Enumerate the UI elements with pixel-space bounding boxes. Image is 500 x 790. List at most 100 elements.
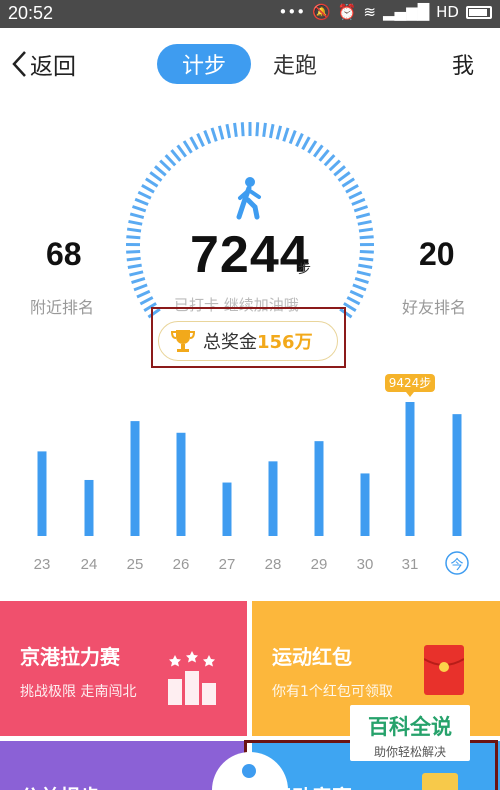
red-envelope-icon (424, 645, 464, 695)
gauge-tick (268, 123, 275, 139)
chart-bar[interactable] (405, 402, 415, 536)
chart-x-tick: 30 (357, 556, 374, 573)
me-button[interactable]: 我 (452, 48, 474, 80)
daily-steps-chart: 23 24 25 26 27 28 29 30 31 今 9424步 (34, 374, 469, 575)
gauge-tick (355, 212, 371, 219)
gauge-tick (352, 283, 367, 292)
wifi-icon: ≋ (363, 3, 376, 21)
chart-x-tick: 29 (311, 556, 328, 573)
battery-icon (466, 5, 492, 19)
gauge-tick (196, 132, 205, 147)
chart-x-tick: 31 (402, 556, 419, 573)
status-bar: 20:52 ••• 🔕 ⏰ ≋ ▂▄▆█ HD (0, 0, 500, 28)
gauge-tick (240, 122, 245, 137)
back-label: 返回 (30, 54, 76, 80)
chart-x-tick: 今 (450, 557, 463, 572)
friend-rank-value[interactable]: 20 (419, 236, 455, 273)
gauge-tick (349, 289, 364, 299)
gauge-tick (129, 212, 145, 219)
rally-card-subtitle: 挑战极限 走南闯北 (20, 684, 137, 700)
status-icons: ••• 🔕 ⏰ ≋ ▂▄▆█ HD (278, 3, 492, 21)
chart-x-tick: 27 (219, 556, 236, 573)
chart-bar[interactable] (222, 482, 232, 536)
gauge-tick (126, 256, 141, 262)
alarm-icon: ⏰ (337, 3, 357, 21)
gauge-tick (341, 177, 355, 188)
gauge-tick (154, 165, 167, 177)
gauge-tick (353, 205, 369, 213)
gauge-tick (288, 130, 297, 145)
watermark: 百科全说 助你轻松解决 (350, 705, 470, 761)
gauge-tick (262, 122, 267, 138)
gauge-tick (149, 171, 163, 182)
charity-card-title: 公益捐步 (20, 781, 100, 790)
chart-bar[interactable] (360, 473, 370, 536)
chart-x-tick: 24 (81, 556, 98, 573)
chart-bar[interactable] (176, 432, 186, 536)
gauge-tick (295, 132, 304, 147)
gauge-tick (164, 154, 177, 167)
friend-rank-label: 好友排名 (402, 298, 467, 317)
gauge-tick (346, 296, 361, 306)
gauge-tick (137, 190, 152, 200)
chart-bar[interactable] (452, 414, 462, 536)
chart-bar[interactable] (268, 461, 278, 536)
gauge-tick (333, 165, 346, 177)
gauge-tick (126, 227, 142, 233)
gauge-tick (217, 125, 225, 140)
gauge-tick (182, 140, 193, 154)
tab-bar: 计步 走跑 (157, 44, 317, 84)
status-time: 20:52 (8, 3, 54, 23)
chart-bar[interactable] (37, 451, 47, 536)
gauge-tick (170, 149, 182, 162)
gauge-tick (131, 276, 146, 284)
gauge-tick (126, 249, 141, 254)
header: 返回 计步 走跑 我 (0, 28, 500, 100)
rally-card-title: 京港拉力赛 (20, 645, 120, 669)
gauge-tick (275, 125, 283, 140)
watermark-title: 百科全说 (368, 715, 452, 739)
gauge-tick (359, 235, 374, 240)
gauge-tick (127, 263, 142, 270)
step-unit: 步 (298, 262, 312, 277)
gauge-tick (348, 190, 363, 200)
gauge-tick (189, 136, 199, 151)
step-count: 7244 (190, 226, 310, 284)
rally-card[interactable]: 京港拉力赛 挑战极限 走南闯北 (0, 601, 247, 736)
gauge-tick (357, 219, 372, 226)
back-button[interactable]: 返回 (10, 46, 76, 82)
chart-x-tick: 23 (34, 556, 51, 573)
gauge-tick (359, 256, 374, 262)
chart-bar[interactable] (130, 421, 140, 536)
annotation-frame (151, 307, 346, 368)
watermark-subtitle: 助你轻松解决 (373, 745, 446, 759)
nearby-rank-label: 附近排名 (30, 298, 95, 317)
tab-run[interactable]: 走跑 (273, 48, 317, 80)
red-packet-card-subtitle: 你有1个红包可领取 (272, 684, 393, 700)
gauge-tick (136, 289, 151, 299)
gauge-tick (129, 270, 144, 277)
chart-x-tick: 28 (265, 556, 282, 573)
highlight-badge-pointer (406, 392, 414, 397)
more-icon: ••• (278, 3, 306, 21)
gauge-tick (351, 197, 366, 206)
tab-steps[interactable]: 计步 (157, 44, 251, 84)
nearby-rank-value[interactable]: 68 (46, 236, 82, 273)
chart-bar[interactable] (84, 479, 94, 536)
gauge-tick (359, 249, 374, 254)
gauge-tick (312, 144, 324, 158)
chart-x-tick: 25 (127, 556, 144, 573)
chart-bar[interactable] (314, 441, 324, 536)
chart-x-tick: 26 (173, 556, 190, 573)
gauge-tick (141, 184, 155, 194)
gauge-tick (159, 159, 172, 172)
gauge-tick (328, 159, 341, 172)
gauge-tick (139, 296, 154, 306)
charity-card[interactable]: 公益捐步 (0, 741, 247, 790)
chevron-left-icon (12, 51, 26, 77)
gauge-tick (358, 263, 373, 270)
gauge-tick (337, 171, 351, 182)
gauge-tick (356, 270, 371, 277)
gauge-tick (358, 227, 374, 233)
gauge-tick (323, 154, 336, 167)
